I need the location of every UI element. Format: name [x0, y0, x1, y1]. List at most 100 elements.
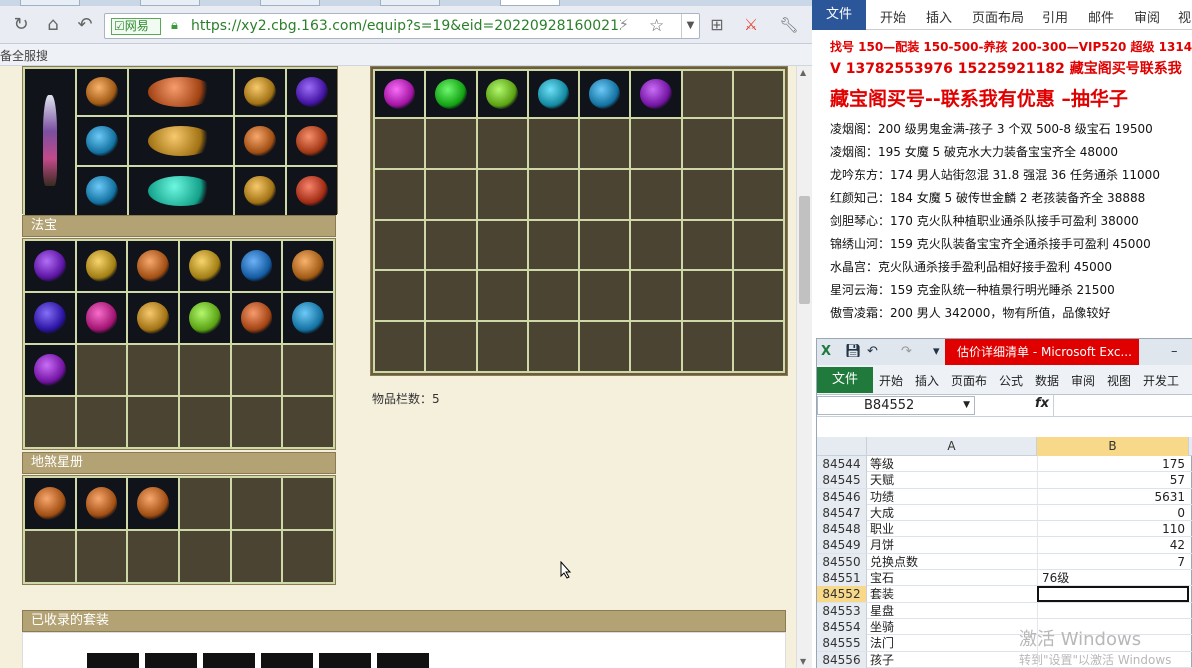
empty-slot[interactable] [76, 345, 127, 395]
home-icon[interactable]: ⌂ [42, 14, 64, 36]
cell-a[interactable]: 月饼 [870, 537, 1036, 553]
empty-slot[interactable] [180, 345, 230, 395]
excel-tab[interactable]: 插入 [915, 372, 939, 389]
empty-slot[interactable] [426, 119, 476, 168]
row-number[interactable]: 84554 [817, 618, 867, 635]
cert-badge[interactable]: ☑网易 [111, 18, 161, 35]
empty-slot[interactable] [180, 397, 230, 447]
cell-a[interactable]: 星盘 [870, 603, 1036, 619]
word-tab[interactable]: 审阅 [1134, 7, 1160, 26]
item-slot[interactable] [287, 69, 337, 115]
empty-slot[interactable] [733, 271, 783, 321]
word-file-tab[interactable]: 文件 [812, 0, 866, 30]
wrench-icon[interactable]: 🔧︎ [778, 14, 800, 36]
empty-slot[interactable] [128, 345, 178, 395]
item-slot[interactable] [76, 478, 127, 529]
cell-a[interactable]: 法门 [870, 635, 1036, 651]
item-slot[interactable] [128, 241, 178, 291]
empty-slot[interactable] [580, 119, 630, 168]
row-number[interactable]: 84553 [817, 602, 867, 619]
excel-tab[interactable]: 视图 [1107, 372, 1131, 389]
empty-slot[interactable] [231, 345, 282, 395]
cell-b[interactable] [1037, 602, 1189, 619]
empty-slot[interactable] [580, 220, 630, 270]
suit-thumb[interactable] [203, 653, 255, 668]
empty-slot[interactable] [733, 119, 783, 168]
url-text[interactable]: https://xy2.cbg.163.com/equip?s=19&eid=2… [191, 18, 621, 34]
item-slot[interactable] [477, 71, 527, 117]
empty-slot[interactable] [426, 169, 476, 219]
cell-b[interactable]: 110 [1037, 521, 1189, 538]
empty-slot[interactable] [128, 531, 178, 582]
bookmark-item[interactable]: 备全服搜 [0, 47, 48, 64]
empty-slot[interactable] [631, 271, 681, 321]
empty-slot[interactable] [375, 322, 425, 371]
empty-slot[interactable] [283, 397, 333, 447]
cell-a[interactable]: 大成 [870, 505, 1036, 521]
empty-slot[interactable] [528, 271, 578, 321]
empty-slot[interactable] [231, 531, 282, 582]
item-slot[interactable] [25, 241, 75, 291]
empty-slot[interactable] [375, 220, 425, 270]
word-tab[interactable]: 引用 [1042, 7, 1068, 26]
empty-slot[interactable] [25, 397, 75, 447]
suit-thumb[interactable] [261, 653, 313, 668]
excel-tab[interactable]: 审阅 [1071, 372, 1095, 389]
item-slot[interactable] [528, 71, 578, 117]
scroll-down-icon[interactable]: ▼ [800, 657, 806, 666]
suit-thumb[interactable] [319, 653, 371, 668]
item-slot[interactable] [287, 167, 337, 215]
cell-b[interactable]: 42 [1037, 537, 1189, 554]
address-bar[interactable]: ☑网易 🔒︎ https://xy2.cbg.163.com/equip?s=1… [104, 13, 700, 39]
item-slot[interactable] [580, 71, 630, 117]
item-slot[interactable] [128, 478, 178, 529]
empty-slot[interactable] [231, 478, 282, 529]
cell-a[interactable]: 孩子 [870, 652, 1036, 668]
cell-b[interactable]: 5631 [1037, 488, 1189, 505]
item-slot[interactable] [77, 69, 127, 115]
empty-slot[interactable] [580, 271, 630, 321]
empty-slot[interactable] [733, 322, 783, 371]
empty-slot[interactable] [283, 345, 333, 395]
empty-slot[interactable] [682, 322, 732, 371]
excel-tab[interactable]: 开始 [879, 372, 903, 389]
item-slot[interactable] [77, 167, 127, 215]
row-number[interactable]: 84555 [817, 635, 867, 652]
excel-tab[interactable]: 公式 [999, 372, 1023, 389]
redo-icon[interactable]: ↷ [901, 344, 912, 359]
cell-b[interactable]: 76级 [1037, 570, 1189, 587]
row-number[interactable]: 84546 [817, 488, 867, 505]
cell-a[interactable]: 天赋 [870, 472, 1036, 488]
select-all-corner[interactable] [817, 437, 867, 456]
empty-slot[interactable] [733, 169, 783, 219]
excel-tab[interactable]: 页面布 [951, 372, 987, 389]
empty-slot[interactable] [375, 119, 425, 168]
item-slot[interactable] [129, 69, 233, 115]
word-tab[interactable]: 页面布局 [972, 7, 1024, 26]
fx-icon[interactable]: fx [1035, 396, 1049, 411]
scrollbar-thumb[interactable] [799, 196, 810, 304]
empty-slot[interactable] [128, 397, 178, 447]
star-icon[interactable]: ☆ [649, 16, 664, 36]
suit-thumb[interactable] [145, 653, 197, 668]
row-number[interactable]: 84549 [817, 537, 867, 554]
column-header-b[interactable]: B [1037, 437, 1189, 456]
empty-slot[interactable] [283, 531, 333, 582]
cell-a[interactable]: 兑换点数 [870, 554, 1036, 570]
item-slot[interactable] [235, 167, 285, 215]
item-slot[interactable] [25, 345, 75, 395]
empty-slot[interactable] [180, 478, 230, 529]
item-slot[interactable] [283, 293, 333, 343]
word-tab[interactable]: 邮件 [1088, 7, 1114, 26]
minimize-icon[interactable]: – [1171, 344, 1178, 359]
item-slot[interactable] [129, 117, 233, 165]
empty-slot[interactable] [682, 271, 732, 321]
word-document[interactable]: 找号 150—配装 150-500-养孩 200-300—VIP520 超级 1… [812, 30, 1192, 336]
item-slot[interactable] [76, 293, 127, 343]
item-slot[interactable] [375, 71, 425, 117]
item-slot[interactable] [283, 241, 333, 291]
active-cell[interactable] [1037, 586, 1189, 603]
refresh-icon[interactable]: ↻ [10, 14, 32, 36]
cell-b[interactable]: 175 [1037, 456, 1189, 472]
row-number[interactable]: 84556 [817, 651, 867, 668]
